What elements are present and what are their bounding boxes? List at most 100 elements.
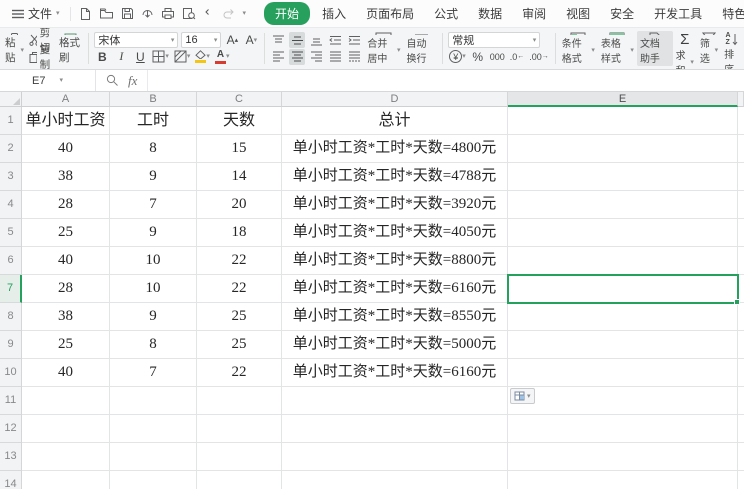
cell-E4[interactable] <box>508 191 738 219</box>
cell-C6[interactable]: 22 <box>197 247 282 275</box>
merge-center-button[interactable]: 合并居中 ▾ <box>364 31 403 66</box>
table-style-button[interactable]: 表格样式 ▾ <box>598 31 637 66</box>
cell-D6[interactable]: 单小时工资*工时*天数=8800元 <box>282 247 508 275</box>
cell-C14[interactable] <box>197 471 282 489</box>
fill-handle[interactable] <box>734 299 740 305</box>
row-header-9[interactable]: 9 <box>0 331 22 359</box>
cell-B6[interactable]: 10 <box>110 247 197 275</box>
cell-E2[interactable] <box>508 135 738 163</box>
sort-button[interactable]: AZ 排序 <box>721 31 742 69</box>
cell-B10[interactable]: 7 <box>110 359 197 387</box>
cell-A6[interactable]: 40 <box>22 247 110 275</box>
decrease-font-button[interactable]: A ▾ <box>243 32 259 48</box>
cell-D7[interactable]: 单小时工资*工时*天数=6160元 <box>282 275 508 303</box>
bold-button[interactable]: B <box>94 49 110 65</box>
cell-C7[interactable]: 22 <box>197 275 282 303</box>
cell-C12[interactable] <box>197 415 282 443</box>
cell-D9[interactable]: 单小时工资*工时*天数=5000元 <box>282 331 508 359</box>
row-header-13[interactable]: 13 <box>0 443 22 471</box>
font-name-select[interactable]: 宋体 ▾ <box>94 32 179 49</box>
align-middle-button[interactable] <box>289 32 306 49</box>
number-format-select[interactable]: 常规 ▾ <box>448 32 541 49</box>
wrap-text-button[interactable]: 自动换行 <box>403 31 439 66</box>
cell-C1[interactable]: 天数 <box>197 107 282 135</box>
cell-A2[interactable]: 40 <box>22 135 110 163</box>
cell-B3[interactable]: 9 <box>110 163 197 191</box>
cell-E6[interactable] <box>508 247 738 275</box>
increase-decimal-button[interactable]: .0 ← <box>509 49 526 65</box>
select-all-corner[interactable] <box>0 92 22 107</box>
cell-B2[interactable]: 8 <box>110 135 197 163</box>
cell-B8[interactable]: 9 <box>110 303 197 331</box>
cell-E9[interactable] <box>508 331 738 359</box>
cell-E12[interactable] <box>508 415 738 443</box>
align-bottom-button[interactable] <box>308 32 324 48</box>
cell-D5[interactable]: 单小时工资*工时*天数=4050元 <box>282 219 508 247</box>
row-header-3[interactable]: 3 <box>0 163 22 191</box>
column-header-A[interactable]: A <box>22 92 110 107</box>
row-header-8[interactable]: 8 <box>0 303 22 331</box>
print-preview-icon[interactable] <box>182 7 196 20</box>
cell-E11[interactable] <box>508 387 738 415</box>
menu-tab-页面布局[interactable]: 页面布局 <box>358 3 422 24</box>
menu-tab-特色应用[interactable]: 特色应用 <box>714 3 744 24</box>
cell-C10[interactable]: 22 <box>197 359 282 387</box>
cell-B5[interactable]: 9 <box>110 219 197 247</box>
borders-button[interactable]: ▾ <box>151 49 170 65</box>
cell-B12[interactable] <box>110 415 197 443</box>
copy-button[interactable]: 复制 <box>27 44 56 69</box>
fill-color-button[interactable]: ▾ <box>194 49 211 65</box>
file-menu-button[interactable]: 文件 ▾ <box>6 5 66 22</box>
cell-C8[interactable]: 25 <box>197 303 282 331</box>
font-size-select[interactable]: 16 ▾ <box>181 32 222 49</box>
cell-B7[interactable]: 10 <box>110 275 197 303</box>
cell-B4[interactable]: 7 <box>110 191 197 219</box>
cell-A10[interactable]: 40 <box>22 359 110 387</box>
menu-tab-视图[interactable]: 视图 <box>558 3 598 24</box>
row-header-1[interactable]: 1 <box>0 107 22 135</box>
row-header-4[interactable]: 4 <box>0 191 22 219</box>
cell-D11[interactable] <box>282 387 508 415</box>
cell-D8[interactable]: 单小时工资*工时*天数=8550元 <box>282 303 508 331</box>
align-center-button[interactable] <box>289 48 306 65</box>
cell-D4[interactable]: 单小时工资*工时*天数=3920元 <box>282 191 508 219</box>
save-icon[interactable] <box>121 7 134 20</box>
cell-B1[interactable]: 工时 <box>110 107 197 135</box>
format-painter-button[interactable]: 格式刷 <box>56 31 85 66</box>
align-top-button[interactable] <box>270 32 286 48</box>
cell-D13[interactable] <box>282 443 508 471</box>
column-header-C[interactable]: C <box>197 92 282 107</box>
filter-button[interactable]: 筛选 ▾ <box>697 31 721 66</box>
underline-button[interactable]: U <box>132 49 148 65</box>
new-document-icon[interactable] <box>79 7 92 21</box>
cell-C5[interactable]: 18 <box>197 219 282 247</box>
output-icon[interactable] <box>141 7 154 20</box>
row-header-5[interactable]: 5 <box>0 219 22 247</box>
cell-E5[interactable] <box>508 219 738 247</box>
increase-font-button[interactable]: A ▴ <box>224 32 240 48</box>
column-header-D[interactable]: D <box>282 92 508 107</box>
cell-A5[interactable]: 25 <box>22 219 110 247</box>
decrease-decimal-button[interactable]: .00 → <box>528 49 550 65</box>
cell-D2[interactable]: 单小时工资*工时*天数=4800元 <box>282 135 508 163</box>
cell-shading-button[interactable]: ▾ <box>173 49 192 65</box>
cell-E8[interactable] <box>508 303 738 331</box>
row-header-10[interactable]: 10 <box>0 359 22 387</box>
percent-format-button[interactable]: % <box>470 49 486 65</box>
menu-tab-数据[interactable]: 数据 <box>470 3 510 24</box>
cell-C3[interactable]: 14 <box>197 163 282 191</box>
conditional-format-button[interactable]: 条件格式 ▾ <box>559 31 598 66</box>
cell-E10[interactable] <box>508 359 738 387</box>
thousands-separator-button[interactable]: 000 <box>489 49 506 65</box>
doc-assistant-button[interactable]: 文档助手 <box>636 31 673 66</box>
cell-A13[interactable] <box>22 443 110 471</box>
font-color-button[interactable]: A ▾ <box>214 49 231 65</box>
cell-C2[interactable]: 15 <box>197 135 282 163</box>
menu-tab-安全[interactable]: 安全 <box>602 3 642 24</box>
menu-tab-公式[interactable]: 公式 <box>426 3 466 24</box>
menu-tab-开始[interactable]: 开始 <box>264 2 311 25</box>
menu-tab-插入[interactable]: 插入 <box>314 3 354 24</box>
insert-function-icon[interactable]: fx <box>128 73 137 89</box>
cell-D14[interactable] <box>282 471 508 489</box>
cell-D10[interactable]: 单小时工资*工时*天数=6160元 <box>282 359 508 387</box>
